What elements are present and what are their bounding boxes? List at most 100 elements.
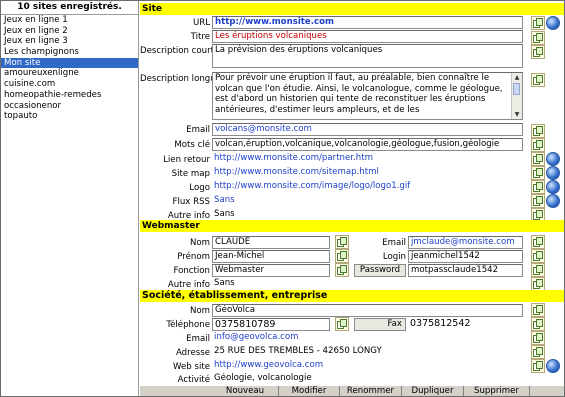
copy-icon[interactable]	[335, 249, 349, 263]
url-field[interactable]: http://www.monsite.com	[212, 16, 523, 29]
web-icon[interactable]	[546, 152, 560, 166]
site-list-item[interactable]: cuisine.com	[1, 79, 138, 90]
nouveau-button[interactable]: Nouveau	[212, 386, 279, 396]
wm-email-label: Email	[382, 238, 406, 248]
soc-web-field[interactable]: http://www.geovolca.com	[212, 360, 525, 373]
soc-nom-label: Nom	[189, 306, 210, 316]
web-icon[interactable]	[546, 166, 560, 180]
mots-field[interactable]: volcan,éruption,volcanique,volcanologie,…	[212, 138, 523, 151]
logo-label: Logo	[189, 183, 210, 193]
copy-icon[interactable]	[531, 31, 545, 45]
site-count-header: 10 sites enregistrés.	[1, 1, 138, 15]
wm-nom-field[interactable]: CLAUDE	[212, 236, 330, 249]
sitemap-label: Site map	[171, 169, 210, 179]
section-societe-header: Société, établissement, entreprise	[140, 290, 564, 302]
logo-field[interactable]: http://www.monsite.com/image/logo/logo1.…	[212, 181, 525, 194]
soc-tel-label: Téléphone	[166, 320, 210, 330]
site-list-item[interactable]: homeopathie-remedes	[1, 90, 138, 101]
desc-longue-label: Description longue	[140, 74, 221, 84]
site-details-panel: Site URL http://www.monsite.com Titre Le…	[140, 1, 564, 396]
copy-icon[interactable]	[531, 124, 545, 138]
section-webmaster-header: Webmaster	[140, 220, 564, 232]
wm-email-field[interactable]: jmclaude@monsite.com	[408, 236, 523, 249]
app-window: 10 sites enregistrés. Jeux en ligne 1 Je…	[0, 0, 565, 397]
soc-web-label: Web site	[173, 362, 210, 372]
soc-fax-label: Fax	[354, 318, 406, 331]
copy-icon[interactable]	[531, 180, 545, 194]
soc-fax-field[interactable]: 0375812542	[408, 318, 525, 331]
mots-label: Mots clé	[174, 140, 210, 150]
site-list-item[interactable]: Jeux en ligne 3	[1, 36, 138, 47]
soc-adresse-field[interactable]: 25 RUE DES TREMBLES - 42650 LONGY	[212, 346, 525, 359]
desc-longue-text: Pour prévoir une éruption il faut, au pr…	[215, 73, 503, 115]
renommer-button[interactable]: Renommer	[340, 386, 402, 396]
titre-field[interactable]: Les éruptions volcaniques	[212, 30, 523, 43]
site-list-item[interactable]: occasionenor	[1, 101, 138, 112]
soc-nom-field[interactable]: GéoVolca	[212, 304, 523, 317]
dupliquer-button[interactable]: Dupliquer	[402, 386, 464, 396]
copy-icon[interactable]	[531, 152, 545, 166]
site-list-item-selected[interactable]: Mon site	[1, 57, 138, 69]
soc-email-field[interactable]: info@geovolca.com	[212, 332, 525, 345]
section-site-header: Site	[140, 3, 564, 15]
desc-longue-scrollbar[interactable]: ▲ ▼	[511, 73, 522, 119]
scroll-up-icon[interactable]: ▲	[512, 73, 522, 82]
soc-activite-field[interactable]: Géologie, volcanologie	[212, 373, 525, 385]
web-icon[interactable]	[546, 180, 560, 194]
wm-login-label: Login	[382, 252, 406, 262]
site-list-item[interactable]: Les champignons	[1, 47, 138, 58]
wm-password-label[interactable]: Password	[354, 264, 406, 277]
email-label: Email	[186, 125, 210, 135]
rss-field[interactable]: Sans	[212, 195, 525, 208]
wm-autre-label: Autre info	[167, 280, 210, 290]
scroll-thumb[interactable]	[513, 83, 520, 95]
wm-fonction-field[interactable]: Webmaster	[212, 264, 330, 277]
lien-field[interactable]: http://www.monsite.com/partner.htm	[212, 153, 525, 166]
site-email-field[interactable]: volcans@monsite.com	[212, 123, 523, 136]
copy-icon[interactable]	[335, 317, 349, 331]
copy-icon[interactable]	[531, 138, 545, 152]
copy-icon[interactable]	[531, 277, 545, 291]
copy-icon[interactable]	[335, 263, 349, 277]
wm-prenom-label: Prénom	[177, 252, 210, 262]
sitemap-field[interactable]: http://www.monsite.com/sitemap.html	[212, 167, 525, 180]
copy-icon[interactable]	[531, 249, 545, 263]
copy-icon[interactable]	[531, 331, 545, 345]
copy-icon[interactable]	[531, 16, 545, 30]
action-toolbar: Nouveau Modifier Renommer Dupliquer Supp…	[140, 385, 564, 396]
wm-login-field[interactable]: jeanmichel1542	[408, 250, 523, 263]
desc-courte-text: La prévision des éruptions volcaniques	[215, 45, 383, 55]
scroll-down-icon[interactable]: ▼	[512, 110, 522, 119]
lien-label: Lien retour	[163, 155, 210, 165]
site-list-item[interactable]: Jeux en ligne 2	[1, 26, 138, 37]
copy-icon[interactable]	[531, 359, 545, 373]
wm-password-field[interactable]: motpassclaude1542	[408, 264, 523, 277]
copy-icon[interactable]	[531, 166, 545, 180]
web-icon[interactable]	[546, 16, 560, 30]
site-list-item[interactable]: topauto	[1, 111, 138, 122]
soc-adresse-label: Adresse	[175, 348, 210, 358]
modifier-button[interactable]: Modifier	[279, 386, 340, 396]
site-list-panel: 10 sites enregistrés. Jeux en ligne 1 Je…	[1, 1, 139, 396]
copy-icon[interactable]	[531, 317, 545, 331]
site-list-item[interactable]: Jeux en ligne 1	[1, 15, 138, 26]
copy-icon[interactable]	[531, 303, 545, 317]
desc-longue-field[interactable]: Pour prévoir une éruption il faut, au pr…	[212, 72, 523, 120]
desc-courte-field[interactable]: La prévision des éruptions volcaniques	[212, 44, 523, 68]
wm-nom-label: Nom	[189, 238, 210, 248]
wm-fonction-label: Fonction	[173, 266, 210, 276]
copy-icon[interactable]	[531, 73, 545, 87]
copy-icon[interactable]	[531, 345, 545, 359]
web-icon[interactable]	[546, 359, 560, 373]
web-icon[interactable]	[546, 194, 560, 208]
soc-tel-field[interactable]: 0375810789	[212, 318, 330, 331]
copy-icon[interactable]	[531, 45, 545, 59]
soc-email-label: Email	[186, 334, 210, 344]
copy-icon[interactable]	[531, 235, 545, 249]
copy-icon[interactable]	[531, 194, 545, 208]
site-list-item[interactable]: amoureuxenligne	[1, 68, 138, 79]
copy-icon[interactable]	[531, 263, 545, 277]
copy-icon[interactable]	[335, 235, 349, 249]
wm-prenom-field[interactable]: Jean-Michel	[212, 250, 330, 263]
supprimer-button[interactable]: Supprimer	[464, 386, 530, 396]
